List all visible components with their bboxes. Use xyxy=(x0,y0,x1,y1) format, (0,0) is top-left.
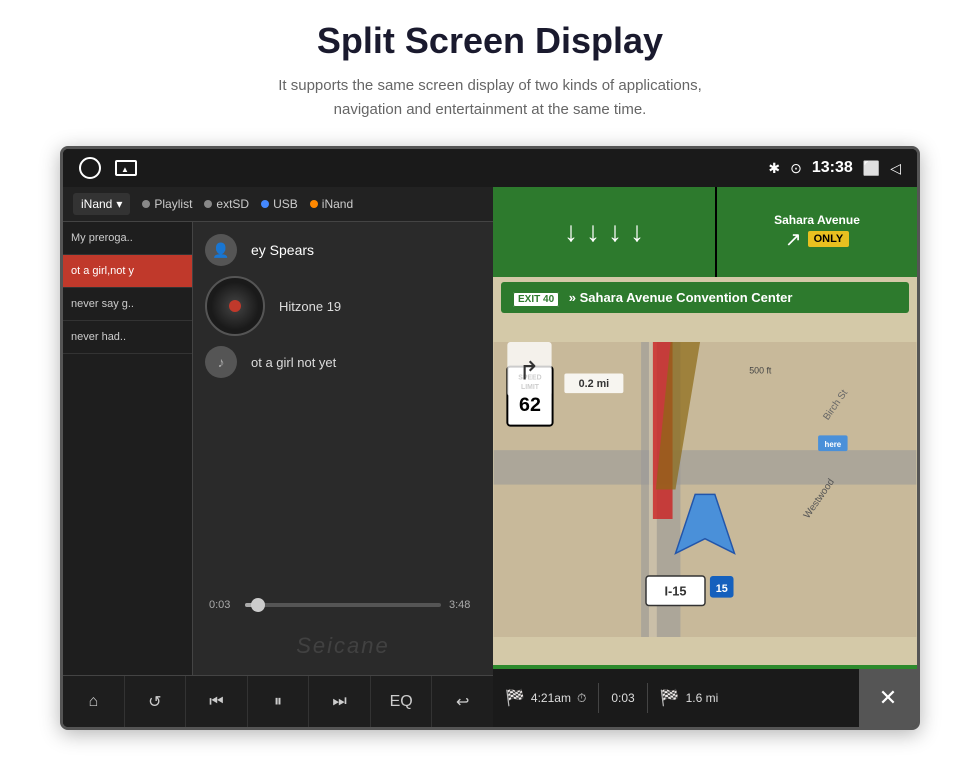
extsd-dot xyxy=(204,200,212,208)
usb-option[interactable]: USB xyxy=(261,197,298,211)
bluetooth-icon: ✱ xyxy=(768,160,780,177)
close-button[interactable]: ✕ xyxy=(859,669,917,727)
album-art xyxy=(205,276,265,336)
window-icon: ⬜ xyxy=(863,160,880,177)
bottom-controls: ⌂ ↺ ⏮ ⏸ ⏭ EQ ↩ xyxy=(63,675,493,727)
home-button[interactable]: ⌂ xyxy=(63,676,125,727)
time-current: 0:03 xyxy=(209,599,237,611)
playlist-item-active[interactable]: ot a girl,not y xyxy=(63,255,192,288)
status-right-icons: ✱ ⊙ 13:38 ⬜ ◁ xyxy=(768,159,901,177)
location-icon: ⊙ xyxy=(790,160,802,177)
exit-sign: EXIT 40 » Sahara Avenue Convention Cente… xyxy=(501,282,909,313)
status-bar: ✱ ⊙ 13:38 ⬜ ◁ xyxy=(63,149,917,187)
note-icon: ♪ xyxy=(205,346,237,378)
arrival-time: 4:21am xyxy=(531,691,571,705)
nav-bottom-bar: 🏁 4:21am ⏱ 0:03 🏁 1.6 mi ✕ xyxy=(493,669,917,727)
page-title: Split Screen Display xyxy=(317,20,663,62)
arrow-down-4: ↓ xyxy=(630,216,644,248)
svg-text:0.2 mi: 0.2 mi xyxy=(579,378,610,390)
status-time: 13:38 xyxy=(812,159,853,177)
watermark: Seicane xyxy=(205,629,481,663)
close-icon: ✕ xyxy=(879,685,897,711)
back-icon: ◁ xyxy=(890,160,901,177)
album-name: Hitzone 19 xyxy=(279,299,341,314)
source-label: iNand xyxy=(81,197,112,211)
flag-start-icon: 🏁 xyxy=(505,688,525,708)
main-area: iNand ▾ Playlist extSD USB iNand xyxy=(63,187,917,727)
green-sign-right: Sahara Avenue ↗ ONLY xyxy=(717,187,917,277)
usb-dot xyxy=(261,200,269,208)
elapsed-time: 0:03 xyxy=(611,691,634,705)
playlist-dot xyxy=(142,200,150,208)
next-button[interactable]: ⏭ xyxy=(309,676,371,727)
repeat-button[interactable]: ↺ xyxy=(125,676,187,727)
green-sign-left: ↓ ↓ ↓ ↓ xyxy=(493,187,717,277)
extsd-option[interactable]: extSD xyxy=(204,197,249,211)
road-signs-top: ↓ ↓ ↓ ↓ Sahara Avenue ↗ ONLY xyxy=(493,187,917,277)
prev-button[interactable]: ⏮ xyxy=(186,676,248,727)
progress-section: 0:03 3:48 xyxy=(205,591,481,619)
time-total: 3:48 xyxy=(449,599,477,611)
eq-button[interactable]: EQ xyxy=(371,676,433,727)
navigation-panel: ↓ ↓ ↓ ↓ Sahara Avenue ↗ ONLY xyxy=(493,187,917,727)
track-row: ♪ ot a girl not yet xyxy=(205,346,481,378)
sahara-text: Sahara Avenue xyxy=(774,213,860,227)
playlist-item[interactable]: never say g.. xyxy=(63,288,192,321)
album-row: Hitzone 19 xyxy=(205,276,481,336)
svg-text:↱: ↱ xyxy=(518,357,539,385)
player-area: 👤 ey Spears Hitzone 19 ♪ ot a girl not y… xyxy=(193,222,493,675)
remaining-distance: 1.6 mi xyxy=(686,691,719,705)
svg-text:I-15: I-15 xyxy=(665,584,687,599)
nav-map: ↓ ↓ ↓ ↓ Sahara Avenue ↗ ONLY xyxy=(493,187,917,727)
dropdown-arrow: ▾ xyxy=(116,197,122,211)
progress-thumb[interactable] xyxy=(251,598,265,612)
playlist: My preroga.. ot a girl,not y never say g… xyxy=(63,222,193,675)
svg-text:15: 15 xyxy=(716,583,728,595)
back-button[interactable]: ↩ xyxy=(432,676,493,727)
source-bar: iNand ▾ Playlist extSD USB iNand xyxy=(63,187,493,222)
artist-row: 👤 ey Spears xyxy=(205,234,481,266)
arrow-down-3: ↓ xyxy=(608,216,622,248)
playlist-item[interactable]: My preroga.. xyxy=(63,222,192,255)
play-pause-button[interactable]: ⏸ xyxy=(248,676,310,727)
timer-icon: ⏱ xyxy=(577,691,586,706)
artist-icon: 👤 xyxy=(205,234,237,266)
svg-text:62: 62 xyxy=(519,394,541,416)
progress-bar-container: 0:03 3:48 xyxy=(205,599,481,611)
track-name: ot a girl not yet xyxy=(251,355,336,370)
inand-dot xyxy=(310,200,318,208)
page-subtitle: It supports the same screen display of t… xyxy=(278,74,702,122)
road-svg: Birch St Westwood SPEED LIMIT 62 ↱ 0.2 m… xyxy=(493,342,917,637)
svg-text:500 ft: 500 ft xyxy=(749,365,772,375)
artist-name: ey Spears xyxy=(251,242,314,258)
circle-icon xyxy=(79,157,101,179)
map-body: Birch St Westwood SPEED LIMIT 62 ↱ 0.2 m… xyxy=(493,342,917,637)
arrow-down-1: ↓ xyxy=(564,216,578,248)
inand-option[interactable]: iNand xyxy=(310,197,353,211)
nav-elapsed: 0:03 xyxy=(599,691,646,705)
status-left-icons xyxy=(79,157,137,179)
content-split: My preroga.. ot a girl,not y never say g… xyxy=(63,222,493,675)
device-frame: ✱ ⊙ 13:38 ⬜ ◁ iNand ▾ Playlist xyxy=(60,146,920,730)
nav-start-time: 🏁 4:21am ⏱ xyxy=(493,688,598,708)
arrow-down-2: ↓ xyxy=(586,216,600,248)
exit-badge: EXIT 40 xyxy=(513,292,559,307)
only-badge: ONLY xyxy=(808,231,850,247)
playlist-option[interactable]: Playlist xyxy=(142,197,192,211)
image-icon xyxy=(115,160,137,176)
flag-end-icon: 🏁 xyxy=(660,688,680,708)
source-dropdown[interactable]: iNand ▾ xyxy=(73,193,130,215)
music-panel: iNand ▾ Playlist extSD USB iNand xyxy=(63,187,493,727)
playlist-item[interactable]: never had.. xyxy=(63,321,192,354)
progress-track[interactable] xyxy=(245,603,441,607)
svg-text:here: here xyxy=(825,440,842,449)
nav-distance: 🏁 1.6 mi xyxy=(648,688,731,708)
destination-text: » Sahara Avenue Convention Center xyxy=(569,290,793,305)
